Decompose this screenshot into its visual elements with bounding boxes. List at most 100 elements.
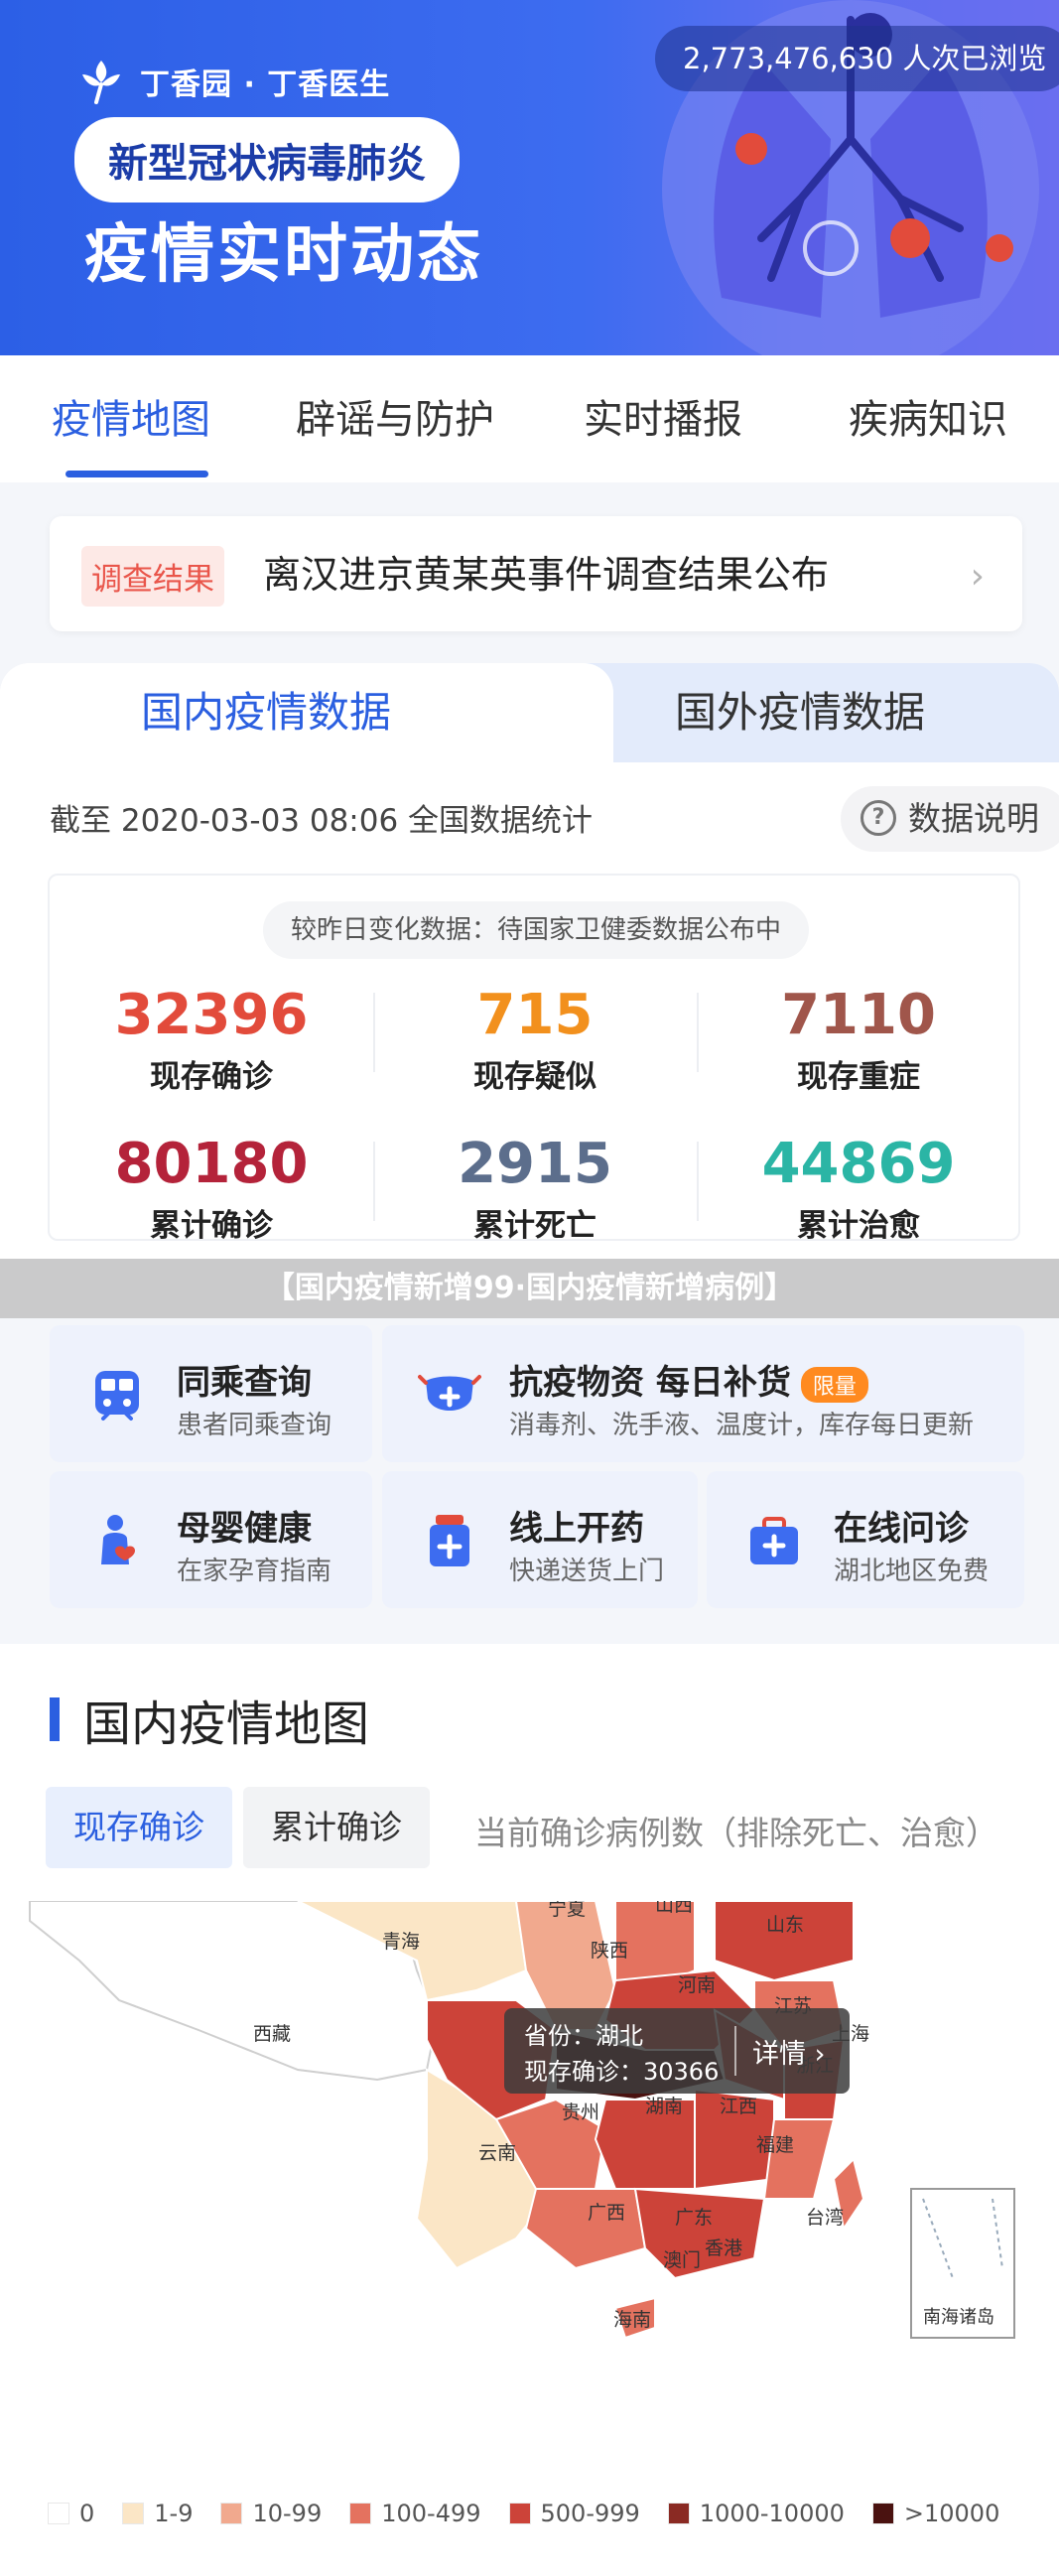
stat-value: 715 (476, 983, 594, 1047)
map-legend: 0 1-9 10-99 100-499 500-999 1000-10000 >… (48, 2500, 1027, 2527)
mother-baby-icon (101, 1515, 135, 1564)
stat-value: 32396 (114, 983, 309, 1047)
train-icon (95, 1371, 139, 1421)
china-map[interactable]: 宁夏 山西 山东 青海 陕西 河南 西藏 江苏 上海 浙江 贵州 湖南 江西 云… (0, 1901, 1059, 2477)
legend-item: >10000 (871, 2500, 1000, 2527)
service-subtitle: 在家孕育指南 (177, 1557, 332, 1586)
divider (697, 1142, 699, 1221)
map-label: 广东 (675, 2207, 713, 2229)
stat-label: 现存疑似 (473, 1059, 596, 1095)
service-title-text: 抗疫物资 每日补货 (509, 1363, 791, 1403)
brand-name: 丁香园 · 丁香医生 (140, 68, 391, 102)
map-label: 青海 (382, 1931, 420, 1953)
stat-label: 累计死亡 (473, 1208, 596, 1244)
map-label: 河南 (678, 1974, 716, 1996)
map-tab-current-confirmed[interactable]: 现存确诊 (46, 1787, 232, 1868)
map-label: 香港 (705, 2237, 742, 2259)
map-label: 台湾 (806, 2207, 844, 2229)
service-title: 母婴健康 (177, 1509, 312, 1549)
service-subtitle: 患者同乘查询 (177, 1411, 332, 1440)
service-title: 在线问诊 (834, 1509, 969, 1549)
banner-subtitle: 新型冠状病毒肺炎 (74, 117, 460, 203)
map-label: 贵州 (562, 2101, 599, 2123)
service-title: 同乘查询 (177, 1363, 312, 1403)
legend-item: 500-999 (508, 2500, 640, 2527)
legend-swatch (349, 2503, 372, 2524)
map-label: 福建 (756, 2134, 794, 2156)
stat-label: 累计治愈 (797, 1208, 920, 1244)
region-guangxi (524, 2188, 647, 2270)
tab-epidemic-map[interactable]: 疫情地图 (52, 387, 210, 445)
divider (697, 993, 699, 1072)
map-section-title: 国内疫情地图 (83, 1696, 370, 1752)
overlay-caption: 【国内疫情新增99·国内疫情新增病例】 (0, 1259, 1059, 1318)
service-supplies[interactable]: 抗疫物资 每日补货 限量 消毒剂、洗手液、温度计，库存每日更新 (382, 1325, 1024, 1462)
map-label: 江西 (720, 2096, 757, 2117)
tab-domestic-data[interactable]: 国内疫情数据 (0, 663, 586, 762)
service-online-medicine[interactable]: 线上开药 快递送货上门 (382, 1471, 698, 1608)
stat-value: 2915 (458, 1132, 612, 1196)
data-tabs: 国外疫情数据 国内疫情数据 (0, 663, 1059, 762)
region-shandong (714, 1901, 855, 1982)
stat-current-confirmed: 32396 现存确诊 (50, 983, 373, 1096)
stat-total-deaths: 2915 累计死亡 (373, 1132, 697, 1245)
stat-value: 80180 (114, 1132, 309, 1196)
legend-swatch (667, 2503, 690, 2524)
service-maternal[interactable]: 母婴健康 在家孕育指南 (50, 1471, 372, 1608)
legend-label: 1000-10000 (699, 2500, 845, 2527)
data-explain-label: 数据说明 (908, 799, 1039, 838)
map-label: 山东 (766, 1914, 804, 1936)
region-fujian (762, 2118, 836, 2200)
notice-tag: 调查结果 (81, 546, 224, 607)
legend-item: 1000-10000 (667, 2500, 845, 2527)
stat-value: 44869 (761, 1132, 956, 1196)
section-accent-bar (50, 1697, 60, 1741)
tab-indicator (66, 471, 208, 477)
tab-overseas-data[interactable]: 国外疫情数据 (554, 663, 1059, 762)
map-tooltip: 省份：湖北 现存确诊：30366 详情 › (504, 2008, 850, 2094)
limited-badge: 限量 (800, 1366, 868, 1403)
legend-label: 10-99 (252, 2500, 323, 2527)
service-title: 线上开药 (509, 1509, 644, 1549)
service-online-consult[interactable]: 在线问诊 湖北地区免费 (707, 1471, 1024, 1608)
stat-label: 累计确诊 (150, 1208, 273, 1244)
service-subtitle: 消毒剂、洗手液、温度计，库存每日更新 (509, 1411, 975, 1440)
data-explain-button[interactable]: ? 数据说明 (841, 786, 1059, 852)
legend-item: 100-499 (349, 2500, 481, 2527)
tooltip-value: 现存确诊：30366 (524, 2058, 720, 2086)
service-title: 抗疫物资 每日补货 限量 (509, 1355, 868, 1404)
mask-icon (418, 1375, 481, 1411)
legend-label: 0 (79, 2500, 95, 2527)
tab-live-news[interactable]: 实时播报 (584, 387, 742, 445)
map-label: 云南 (478, 2142, 516, 2164)
brand: 丁香园 · 丁香医生 (74, 55, 390, 108)
legend-item: 10-99 (220, 2500, 322, 2527)
notice-banner[interactable]: 调查结果 离汉进京黄某英事件调查结果公布 › (50, 516, 1022, 631)
legend-swatch (48, 2503, 69, 2524)
map-label: 南海诸岛 (923, 2307, 994, 2328)
service-subtitle: 湖北地区免费 (834, 1557, 990, 1586)
divider (373, 993, 375, 1072)
stats-panel: 较昨日变化数据：待国家卫健委数据公布中 32396 现存确诊 715 现存疑似 … (48, 874, 1020, 1244)
map-tab-total-confirmed[interactable]: 累计确诊 (243, 1787, 430, 1868)
banner-title: 疫情实时动态 (84, 218, 483, 292)
legend-label: 1-9 (154, 2500, 194, 2527)
dxy-logo-icon (82, 61, 120, 104)
stat-total-recovered: 44869 累计治愈 (697, 1132, 1020, 1245)
stat-current-suspected: 715 现存疑似 (373, 983, 697, 1096)
tab-disease-knowledge[interactable]: 疾病知识 (849, 387, 1007, 445)
chevron-right-icon: › (970, 556, 985, 597)
legend-swatch (122, 2503, 145, 2524)
main-tabs: 疫情地图 辟谣与防护 实时播报 疾病知识 (0, 355, 1059, 482)
legend-label: >10000 (903, 2500, 1000, 2527)
tooltip-details-link[interactable]: 详情 › (752, 2032, 825, 2071)
legend-item: 1-9 (122, 2500, 193, 2527)
map-label: 西藏 (253, 2023, 291, 2045)
map-label: 山西 (655, 1901, 693, 1916)
legend-item: 0 (48, 2500, 94, 2527)
map-description: 当前确诊病例数（排除死亡、治愈） (474, 1814, 998, 1852)
service-co-passenger[interactable]: 同乘查询 患者同乘查询 (50, 1325, 372, 1462)
medical-kit-icon (750, 1517, 798, 1564)
tab-rumors-protection[interactable]: 辟谣与防护 (296, 387, 494, 445)
tooltip-divider (734, 2026, 736, 2076)
